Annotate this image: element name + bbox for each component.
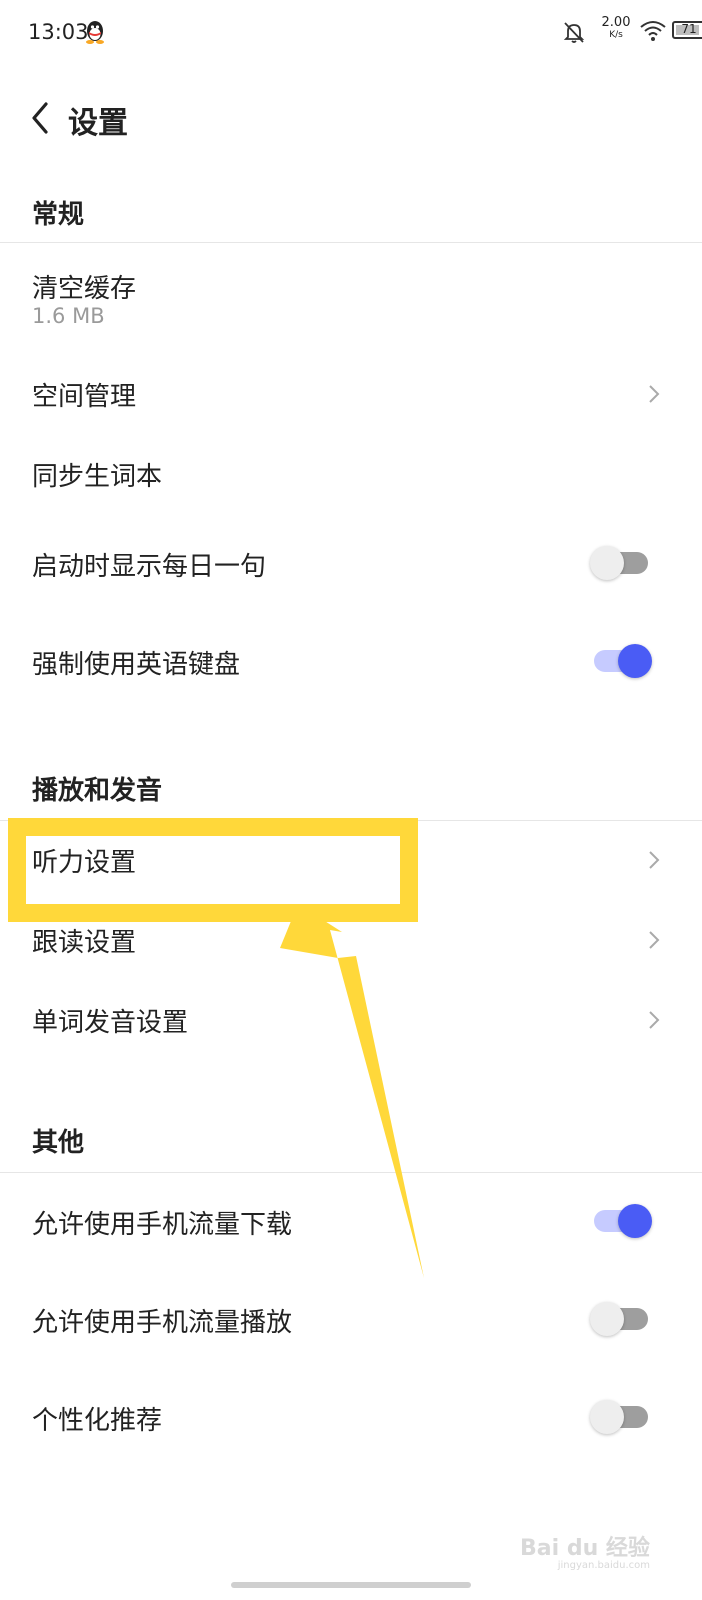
home-indicator[interactable] <box>231 1582 471 1588</box>
divider <box>0 1172 702 1173</box>
status-time: 13:03 <box>28 20 89 44</box>
chevron-right-icon <box>649 385 660 403</box>
item-label: 强制使用英语键盘 <box>32 650 241 680</box>
divider <box>0 242 702 243</box>
item-label: 跟读设置 <box>32 928 137 958</box>
watermark-sub: jingyan.baidu.com <box>557 1560 650 1571</box>
settings-item-sync-vocab[interactable]: 同步生词本 <box>0 442 702 506</box>
personalized-toggle[interactable] <box>590 1400 652 1434</box>
cache-size: 1.6 MB <box>32 304 105 328</box>
item-label: 单词发音设置 <box>32 1008 189 1038</box>
wifi-icon <box>640 21 666 41</box>
qq-icon <box>86 21 104 44</box>
settings-item-mobile-download[interactable]: 允许使用手机流量下载 <box>0 1190 702 1254</box>
app-header: 设置 <box>0 90 702 150</box>
net-speed: 2.00 K/s <box>601 15 631 40</box>
section-title-other: 其他 <box>32 1128 85 1158</box>
chevron-right-icon <box>649 1011 660 1029</box>
bell-off-icon <box>563 22 585 43</box>
daily-sentence-toggle[interactable] <box>590 546 652 580</box>
section-title-playback: 播放和发音 <box>32 776 163 806</box>
back-arrow-icon[interactable] <box>28 100 52 136</box>
item-label: 允许使用手机流量播放 <box>32 1308 293 1338</box>
chevron-right-icon <box>649 931 660 949</box>
item-label: 启动时显示每日一句 <box>32 552 267 582</box>
settings-item-word-pronunciation[interactable]: 单词发音设置 <box>0 988 702 1052</box>
chevron-right-icon <box>649 851 660 869</box>
mobile-download-toggle[interactable] <box>590 1204 652 1238</box>
item-label: 个性化推荐 <box>32 1406 163 1436</box>
status-bar: 13:03 2.00 K/s 71 <box>0 0 702 62</box>
item-label: 空间管理 <box>32 382 137 412</box>
mobile-play-toggle[interactable] <box>590 1302 652 1336</box>
settings-item-daily-sentence[interactable]: 启动时显示每日一句 <box>0 532 702 596</box>
watermark-text: Bai du 经验 <box>520 1536 650 1561</box>
settings-item-mobile-play[interactable]: 允许使用手机流量播放 <box>0 1288 702 1352</box>
settings-item-force-english-kb[interactable]: 强制使用英语键盘 <box>0 630 702 694</box>
section-title-general: 常规 <box>32 200 85 230</box>
page-title: 设置 <box>68 106 128 141</box>
battery-icon: 71 <box>672 21 702 39</box>
item-label: 允许使用手机流量下载 <box>32 1210 293 1240</box>
settings-item-space-manage[interactable]: 空间管理 <box>0 362 702 426</box>
item-label: 同步生词本 <box>32 462 163 492</box>
baidu-watermark-logo: Bai du 经验 jingyan.baidu.com <box>520 1526 650 1571</box>
highlight-box <box>8 818 418 922</box>
force-english-kb-toggle[interactable] <box>590 644 652 678</box>
settings-item-personalized[interactable]: 个性化推荐 <box>0 1386 702 1450</box>
item-label: 清空缓存 <box>32 274 137 304</box>
settings-item-clear-cache[interactable]: 清空缓存 1.6 MB <box>0 262 702 338</box>
